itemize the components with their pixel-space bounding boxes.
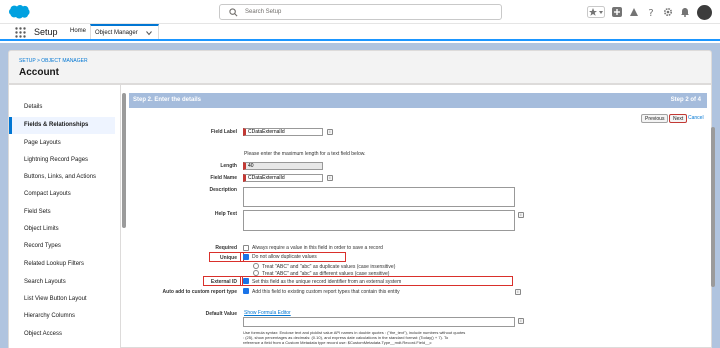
sidebar-item-record-types[interactable]: Record Types — [9, 238, 115, 255]
sidebar-item-details[interactable]: Details — [9, 99, 115, 116]
default-value-label: Default Value — [205, 311, 237, 317]
step-count: Step 2 of 4 — [670, 97, 701, 103]
tab-home[interactable]: Home — [66, 24, 90, 39]
help-icon[interactable]: ? — [646, 7, 656, 17]
info-icon: i — [518, 212, 524, 218]
help-text-textarea[interactable] — [243, 210, 515, 231]
case-insensitive-text: Treat "ABC" and "abc" as duplicate value… — [262, 264, 396, 270]
length-label: Length — [220, 163, 237, 169]
salesforce-logo-icon — [9, 5, 30, 19]
main-scrollbar[interactable] — [711, 127, 715, 287]
step-title: Step 2. Enter the details — [133, 97, 202, 103]
chevron-down-icon[interactable] — [146, 30, 152, 36]
length-input[interactable]: 40 — [243, 162, 323, 170]
description-textarea[interactable] — [243, 187, 515, 207]
auto-add-label: Auto add to custom report type — [162, 289, 237, 295]
sidebar-item-compact-layouts[interactable]: Compact Layouts — [9, 186, 115, 203]
formula-help-line-3: reference a field from a Custom Metadata… — [243, 340, 432, 345]
sidebar-scrollbar[interactable] — [122, 93, 126, 228]
info-icon: i — [515, 289, 521, 295]
default-value-textarea[interactable] — [243, 317, 515, 327]
field-name-input[interactable]: CDataExternalId — [243, 174, 323, 182]
sidebar-item-lightning-record-pages[interactable]: Lightning Record Pages — [9, 152, 115, 169]
field-wizard: Step 2. Enter the details Step 2 of 4 Pr… — [129, 89, 715, 348]
favorites-icon[interactable] — [587, 6, 605, 18]
auto-add-text: Add this field to existing custom report… — [252, 289, 400, 295]
max-length-hint: Please enter the maximum length for a te… — [244, 151, 366, 157]
app-name: Setup — [34, 27, 58, 37]
app-launcher-icon[interactable] — [15, 27, 26, 38]
help-text-label: Help Text — [214, 211, 237, 217]
sidebar-item-hierarchy-columns[interactable]: Hierarchy Columns — [9, 308, 115, 325]
unique-text: Do not allow duplicate values — [252, 254, 317, 260]
unique-checkbox[interactable] — [243, 254, 249, 260]
field-name-label: Field Name — [210, 175, 237, 181]
case-insensitive-radio[interactable] — [253, 263, 259, 269]
sidebar-item-object-limits[interactable]: Object Limits — [9, 221, 115, 238]
unique-label: Unique — [220, 255, 237, 261]
field-label-label: Field Label — [210, 129, 237, 135]
content-panel: Details Fields & Relationships Page Layo… — [8, 84, 715, 348]
global-header: Search Setup ? — [0, 0, 720, 24]
step-bar: Step 2. Enter the details Step 2 of 4 — [129, 93, 707, 108]
info-icon: i — [327, 175, 333, 181]
sidebar-item-fields-relationships[interactable]: Fields & Relationships — [9, 117, 115, 134]
cancel-link[interactable]: Cancel — [688, 115, 704, 121]
sidebar-item-buttons-links-actions[interactable]: Buttons, Links, and Actions — [9, 169, 115, 186]
page-title: Account — [19, 67, 59, 78]
tab-object-manager[interactable]: Object Manager — [90, 24, 159, 39]
field-label-input[interactable]: CDataExternalId — [243, 128, 323, 136]
tab-object-manager-label: Object Manager — [95, 30, 138, 36]
app-nav-bar: Setup Home Object Manager — [0, 24, 720, 41]
next-button[interactable]: Next — [669, 114, 688, 123]
trailhead-icon[interactable] — [629, 7, 639, 17]
search-placeholder: Search Setup — [245, 9, 282, 15]
sidebar-item-list-view-button-layout[interactable]: List View Button Layout — [9, 291, 115, 308]
sidebar-item-related-lookup-filters[interactable]: Related Lookup Filters — [9, 256, 115, 273]
breadcrumb-setup[interactable]: SETUP — [19, 58, 36, 64]
previous-button[interactable]: Previous — [641, 114, 669, 123]
breadcrumb: SETUP > OBJECT MANAGER — [19, 58, 88, 64]
breadcrumb-object-manager[interactable]: OBJECT MANAGER — [41, 58, 87, 64]
sidebar-item-field-sets[interactable]: Field Sets — [9, 204, 115, 221]
auto-add-checkbox[interactable] — [243, 288, 249, 294]
show-formula-editor-link[interactable]: Show Formula Editor — [244, 310, 291, 316]
info-icon: i — [327, 129, 333, 135]
required-label: Required — [215, 245, 237, 251]
required-checkbox[interactable] — [243, 245, 249, 251]
required-text: Always require a value in this field in … — [252, 245, 383, 251]
external-id-checkbox[interactable] — [243, 278, 249, 284]
info-icon: i — [518, 318, 524, 324]
search-input[interactable]: Search Setup — [219, 4, 502, 20]
add-icon[interactable] — [612, 7, 622, 17]
sidebar-item-search-layouts[interactable]: Search Layouts — [9, 274, 115, 291]
sidebar-item-page-layouts[interactable]: Page Layouts — [9, 135, 115, 152]
object-sidebar: Details Fields & Relationships Page Layo… — [9, 85, 121, 348]
avatar[interactable] — [697, 4, 712, 20]
object-header: SETUP > OBJECT MANAGER Account — [8, 50, 712, 84]
description-label: Description — [209, 187, 237, 193]
external-id-text: Set this field as the unique record iden… — [252, 279, 402, 285]
external-id-label: External ID — [210, 279, 237, 285]
svg-text:?: ? — [648, 8, 653, 17]
search-icon — [229, 8, 238, 17]
bell-icon[interactable] — [680, 7, 690, 17]
sidebar-item-object-access[interactable]: Object Access — [9, 326, 115, 343]
header-icons: ? — [587, 4, 712, 20]
gear-icon[interactable] — [663, 7, 673, 17]
